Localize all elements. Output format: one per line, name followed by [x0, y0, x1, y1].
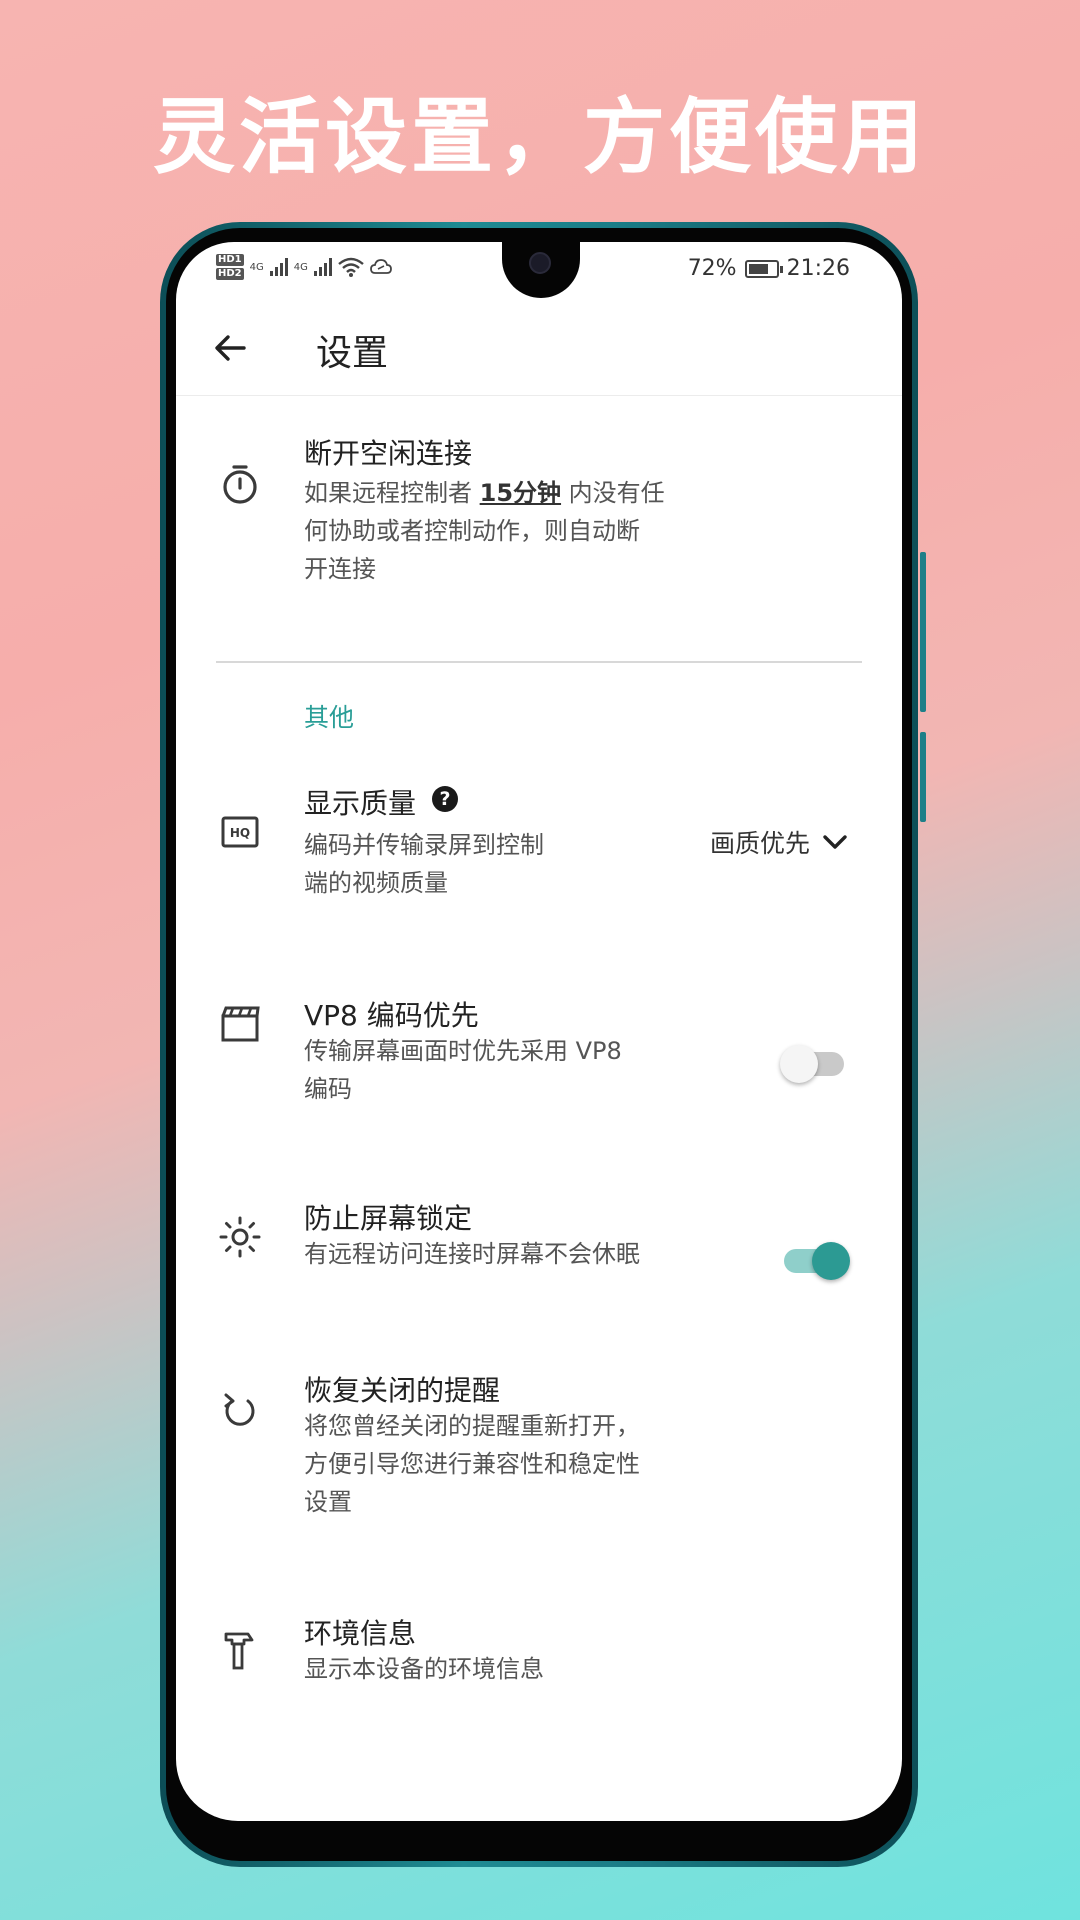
desc-text: 传输屏幕画面时优先采用 VP8 [304, 1037, 622, 1065]
signal-icon [269, 258, 288, 276]
hq-icon: HQ [221, 816, 259, 848]
setting-title: 防止屏幕锁定 [304, 1202, 473, 1235]
setting-title: 环境信息 [304, 1617, 417, 1650]
toggle-knob [812, 1242, 850, 1280]
battery-percent: 72% [687, 256, 737, 281]
desc-text: 将您曾经关闭的提醒重新打开， [304, 1412, 640, 1440]
vp8-toggle[interactable] [780, 1045, 844, 1083]
setting-vp8-priority[interactable]: VP8 编码优先 传输屏幕画面时优先采用 VP8 编码 [176, 994, 902, 1124]
toggle-knob [780, 1045, 818, 1083]
setting-description: 编码并传输录屏到控制 端的视频质量 [304, 826, 604, 902]
volume-button [920, 552, 926, 712]
setting-idle-disconnect[interactable]: 断开空闲连接 如果远程控制者 15分钟 内没有任 何协助或者控制动作，则自动断 … [176, 432, 902, 612]
desc-text: 何协助或者控制动作，则自动断 [304, 517, 640, 545]
setting-restore-reminders[interactable]: 恢复关闭的提醒 将您曾经关闭的提醒重新打开， 方便引导您进行兼容性和稳定性 设置 [176, 1369, 902, 1529]
refresh-icon [224, 1393, 255, 1426]
prevent-lock-toggle[interactable] [784, 1242, 850, 1280]
setting-title-row: 显示质量? [304, 782, 459, 822]
screen: HD1 HD2 4G 4G 72% 21:26 设置 断开空闲连接 如果远程控制… [176, 242, 902, 1821]
hammer-icon [224, 1632, 254, 1670]
cloud-sync-icon [369, 259, 392, 274]
desc-text: 显示本设备的环境信息 [304, 1655, 544, 1683]
setting-title: 显示质量 [304, 787, 417, 820]
chevron-down-icon [823, 835, 847, 849]
quality-dropdown[interactable]: 画质优先 [710, 824, 848, 860]
sim2-badge: HD2 [216, 268, 244, 280]
dropdown-value: 画质优先 [709, 829, 810, 858]
setting-display-quality[interactable]: HQ 显示质量? 编码并传输录屏到控制 端的视频质量 画质优先 [176, 782, 902, 932]
net2-label: 4G [293, 261, 308, 273]
setting-description: 传输屏幕画面时优先采用 VP8 编码 [304, 1032, 724, 1108]
setting-description: 将您曾经关闭的提醒重新打开， 方便引导您进行兼容性和稳定性 设置 [304, 1407, 744, 1521]
brightness-icon [219, 1216, 261, 1258]
setting-prevent-lock[interactable]: 防止屏幕锁定 有远程访问连接时屏幕不会休眠 [176, 1197, 902, 1307]
setting-title: 断开空闲连接 [304, 437, 473, 470]
wifi-icon [338, 257, 364, 277]
arrow-left-icon[interactable] [210, 328, 250, 368]
setting-description: 显示本设备的环境信息 [304, 1650, 744, 1688]
help-icon[interactable]: ? [432, 786, 459, 812]
page-title: 设置 [316, 333, 389, 374]
setting-environment-info[interactable]: 环境信息 显示本设备的环境信息 [176, 1612, 902, 1712]
clock: 21:26 [786, 256, 850, 281]
svg-text:HQ: HQ [230, 826, 250, 840]
setting-title: VP8 编码优先 [304, 999, 479, 1032]
section-divider [216, 661, 862, 663]
idle-timeout-link[interactable]: 15分钟 [480, 479, 561, 507]
section-header-other: 其他 [304, 703, 355, 732]
desc-text: 端的视频质量 [304, 869, 448, 897]
app-bar: 设置 [176, 298, 902, 396]
battery-icon [744, 259, 783, 278]
signal-icon-2 [313, 258, 332, 276]
desc-text: 有远程访问连接时屏幕不会休眠 [304, 1240, 640, 1268]
headline: 灵活设置，方便使用 [152, 90, 927, 185]
desc-text: 如果远程控制者 [304, 479, 480, 507]
phone-frame: HD1 HD2 4G 4G 72% 21:26 设置 断开空闲连接 如果远程控制… [160, 222, 926, 1867]
desc-text: 设置 [304, 1488, 352, 1516]
desc-text: 方便引导您进行兼容性和稳定性 [304, 1450, 640, 1478]
setting-description: 有远程访问连接时屏幕不会休眠 [304, 1235, 744, 1273]
setting-title: 恢复关闭的提醒 [304, 1374, 501, 1407]
desc-text: 编码 [304, 1075, 352, 1103]
sim1-badge: HD1 [216, 254, 244, 266]
desc-text: 内没有任 [561, 479, 665, 507]
clapperboard-icon [221, 1006, 260, 1042]
power-button [920, 732, 926, 822]
desc-text: 编码并传输录屏到控制 [304, 831, 544, 859]
net1-label: 4G [249, 261, 264, 273]
status-bar: HD1 HD2 4G 4G 72% 21:26 [176, 242, 902, 298]
setting-description: 如果远程控制者 15分钟 内没有任 何协助或者控制动作，则自动断 开连接 [304, 474, 744, 588]
desc-text: 开连接 [304, 555, 376, 583]
stopwatch-icon [223, 465, 257, 504]
